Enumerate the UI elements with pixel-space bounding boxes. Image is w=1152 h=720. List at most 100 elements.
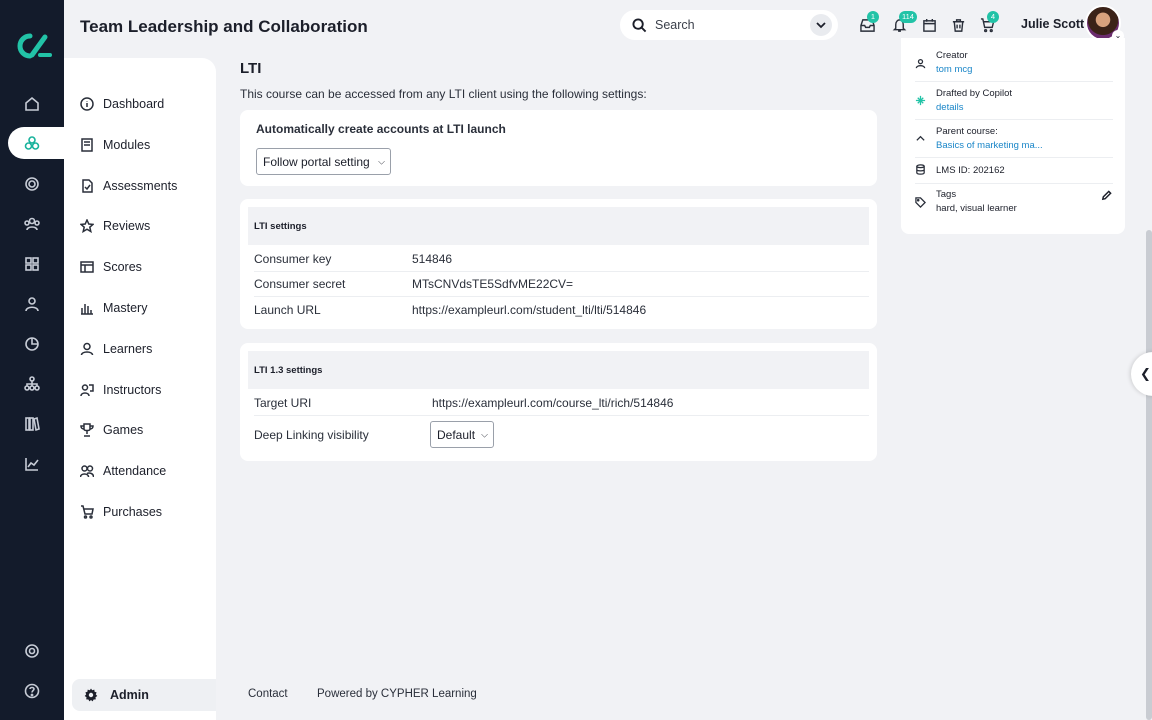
- chevron-down-icon[interactable]: [810, 14, 832, 36]
- database-icon: [915, 164, 927, 176]
- launch-url-value[interactable]: https://exampleurl.com/student_lti/lti/5…: [412, 303, 646, 317]
- inbox-icon[interactable]: 1: [858, 11, 879, 34]
- sparkle-icon: [915, 95, 927, 107]
- search-input[interactable]: Search: [620, 10, 838, 40]
- drafted-details-link[interactable]: details: [936, 102, 963, 113]
- consumer-key-value[interactable]: 514846: [412, 252, 452, 266]
- inbox-badge: 1: [867, 11, 879, 23]
- lms-id-text: LMS ID: 202162: [936, 165, 1005, 176]
- bar-chart-icon: [81, 304, 93, 315]
- nav-item-label: Mastery: [103, 301, 148, 315]
- tags-label: Tags: [936, 189, 957, 200]
- star-icon: [80, 219, 94, 233]
- admin-button[interactable]: Admin: [72, 679, 216, 711]
- parent-course-row: Parent course: Basics of marketing ma...: [915, 124, 1113, 158]
- chevron-left-icon: ❮: [1140, 366, 1151, 381]
- nav-item-label: Attendance: [103, 464, 167, 478]
- settings-gear-icon[interactable]: [20, 639, 44, 663]
- people-icon: [80, 465, 94, 478]
- nav-item-scores[interactable]: Scores: [80, 255, 142, 279]
- nav-item-purchases[interactable]: Purchases: [80, 500, 162, 524]
- nav-item-learners[interactable]: Learners: [80, 337, 152, 361]
- nav-item-label: Modules: [103, 138, 151, 152]
- lti-settings-heading: LTI settings: [248, 207, 869, 245]
- nav-item-mastery[interactable]: Mastery: [80, 296, 147, 320]
- table-row: Deep Linking visibility: [254, 420, 869, 450]
- auto-create-label: Automatically create accounts at LTI lau…: [256, 122, 506, 136]
- nav-item-reviews[interactable]: Reviews: [80, 214, 150, 238]
- auto-create-select[interactable]: Follow portal setting ⌵: [256, 148, 391, 175]
- pencil-icon[interactable]: [1101, 190, 1113, 202]
- library-icon[interactable]: [20, 412, 44, 436]
- person-icon[interactable]: [20, 292, 44, 316]
- nav-item-label: Scores: [103, 260, 142, 274]
- nav-item-label: Learners: [103, 342, 153, 356]
- lti13-settings-card: LTI 1.3 settings Target URI https://exam…: [240, 343, 877, 461]
- table-row: Consumer key 514846: [254, 247, 869, 272]
- drafted-row: Drafted by Copilot details: [915, 86, 1113, 120]
- lti13-settings-heading: LTI 1.3 settings: [248, 351, 869, 389]
- target-uri-value[interactable]: https://exampleurl.com/course_lti/rich/5…: [432, 396, 673, 410]
- search-icon: [632, 17, 647, 32]
- chevron-up-icon[interactable]: [915, 133, 927, 145]
- cart-icon[interactable]: 4: [978, 11, 999, 34]
- consumer-secret-value[interactable]: MTsCNVdsTE5SdfvME22CV=: [412, 277, 573, 291]
- row-key: Consumer key: [254, 252, 332, 266]
- trend-icon[interactable]: [20, 452, 44, 476]
- nav-item-label: Reviews: [103, 219, 151, 233]
- tags-row: Tags hard, visual learner: [915, 186, 1113, 220]
- parent-course-link[interactable]: Basics of marketing ma...: [936, 140, 1043, 151]
- bell-icon[interactable]: 114: [890, 11, 917, 34]
- nav-item-label: Dashboard: [103, 97, 165, 111]
- section-description: This course can be accessed from any LTI…: [240, 87, 647, 101]
- nav-item-label: Instructors: [103, 383, 162, 397]
- nav-item-label: Assessments: [103, 179, 178, 193]
- row-key: Consumer secret: [254, 277, 346, 291]
- nav-item-attendance[interactable]: Attendance: [80, 459, 166, 483]
- trash-icon[interactable]: [949, 16, 967, 34]
- calendar-icon[interactable]: [920, 16, 938, 34]
- user-name[interactable]: Julie Scott: [1021, 17, 1084, 31]
- page-title: Team Leadership and Collaboration: [80, 17, 368, 36]
- lms-id-row: LMS ID: 202162: [915, 160, 1113, 184]
- deep-linking-select[interactable]: Default ⌵: [430, 421, 494, 448]
- cart-badge: 4: [987, 11, 999, 23]
- powered-by-text: Powered by CYPHER Learning: [317, 688, 477, 700]
- section-title: LTI: [240, 60, 262, 77]
- row-key: Launch URL: [254, 302, 321, 317]
- creator-row: Creator tom mcg: [915, 48, 1113, 82]
- table-row: Launch URL https://exampleurl.com/studen…: [254, 297, 869, 322]
- search-placeholder: Search: [655, 18, 695, 32]
- table-row: Target URI https://exampleurl.com/course…: [254, 391, 869, 416]
- creator-link[interactable]: tom mcg: [936, 64, 972, 75]
- contact-link[interactable]: Contact: [248, 688, 288, 700]
- book-icon: [81, 138, 93, 152]
- nav-item-games[interactable]: Games: [80, 418, 143, 442]
- icon-rail: [0, 0, 68, 720]
- apps-icon[interactable]: [20, 252, 44, 276]
- chevron-down-icon: ⌵: [481, 429, 488, 439]
- target-icon[interactable]: [20, 172, 44, 196]
- nav-item-instructors[interactable]: Instructors: [80, 378, 161, 402]
- nav-item-dashboard[interactable]: Dashboard: [80, 92, 164, 116]
- groups-icon[interactable]: [20, 212, 44, 236]
- nav-item-modules[interactable]: Modules: [80, 133, 150, 157]
- drafted-label: Drafted by Copilot: [936, 88, 1013, 99]
- analytics-icon[interactable]: [20, 332, 44, 356]
- trophy-icon: [80, 423, 94, 437]
- info-icon: [80, 97, 94, 111]
- org-chart-icon[interactable]: [20, 372, 44, 396]
- creator-label: Creator: [936, 50, 968, 61]
- nav-item-assessments[interactable]: Assessments: [80, 174, 177, 198]
- home-icon[interactable]: [20, 92, 44, 116]
- help-icon[interactable]: [20, 679, 44, 703]
- courses-tab-active[interactable]: [8, 127, 68, 159]
- target-uri-label: Target URI: [254, 396, 312, 410]
- cart-icon: [81, 505, 94, 519]
- logo-icon[interactable]: [12, 31, 52, 61]
- deep-linking-value: Default: [437, 427, 476, 442]
- nav-item-label: Purchases: [103, 505, 163, 519]
- document-icon: [82, 179, 93, 193]
- scrollbar[interactable]: [1146, 230, 1152, 720]
- collapse-panel-button[interactable]: ❮: [1131, 352, 1152, 396]
